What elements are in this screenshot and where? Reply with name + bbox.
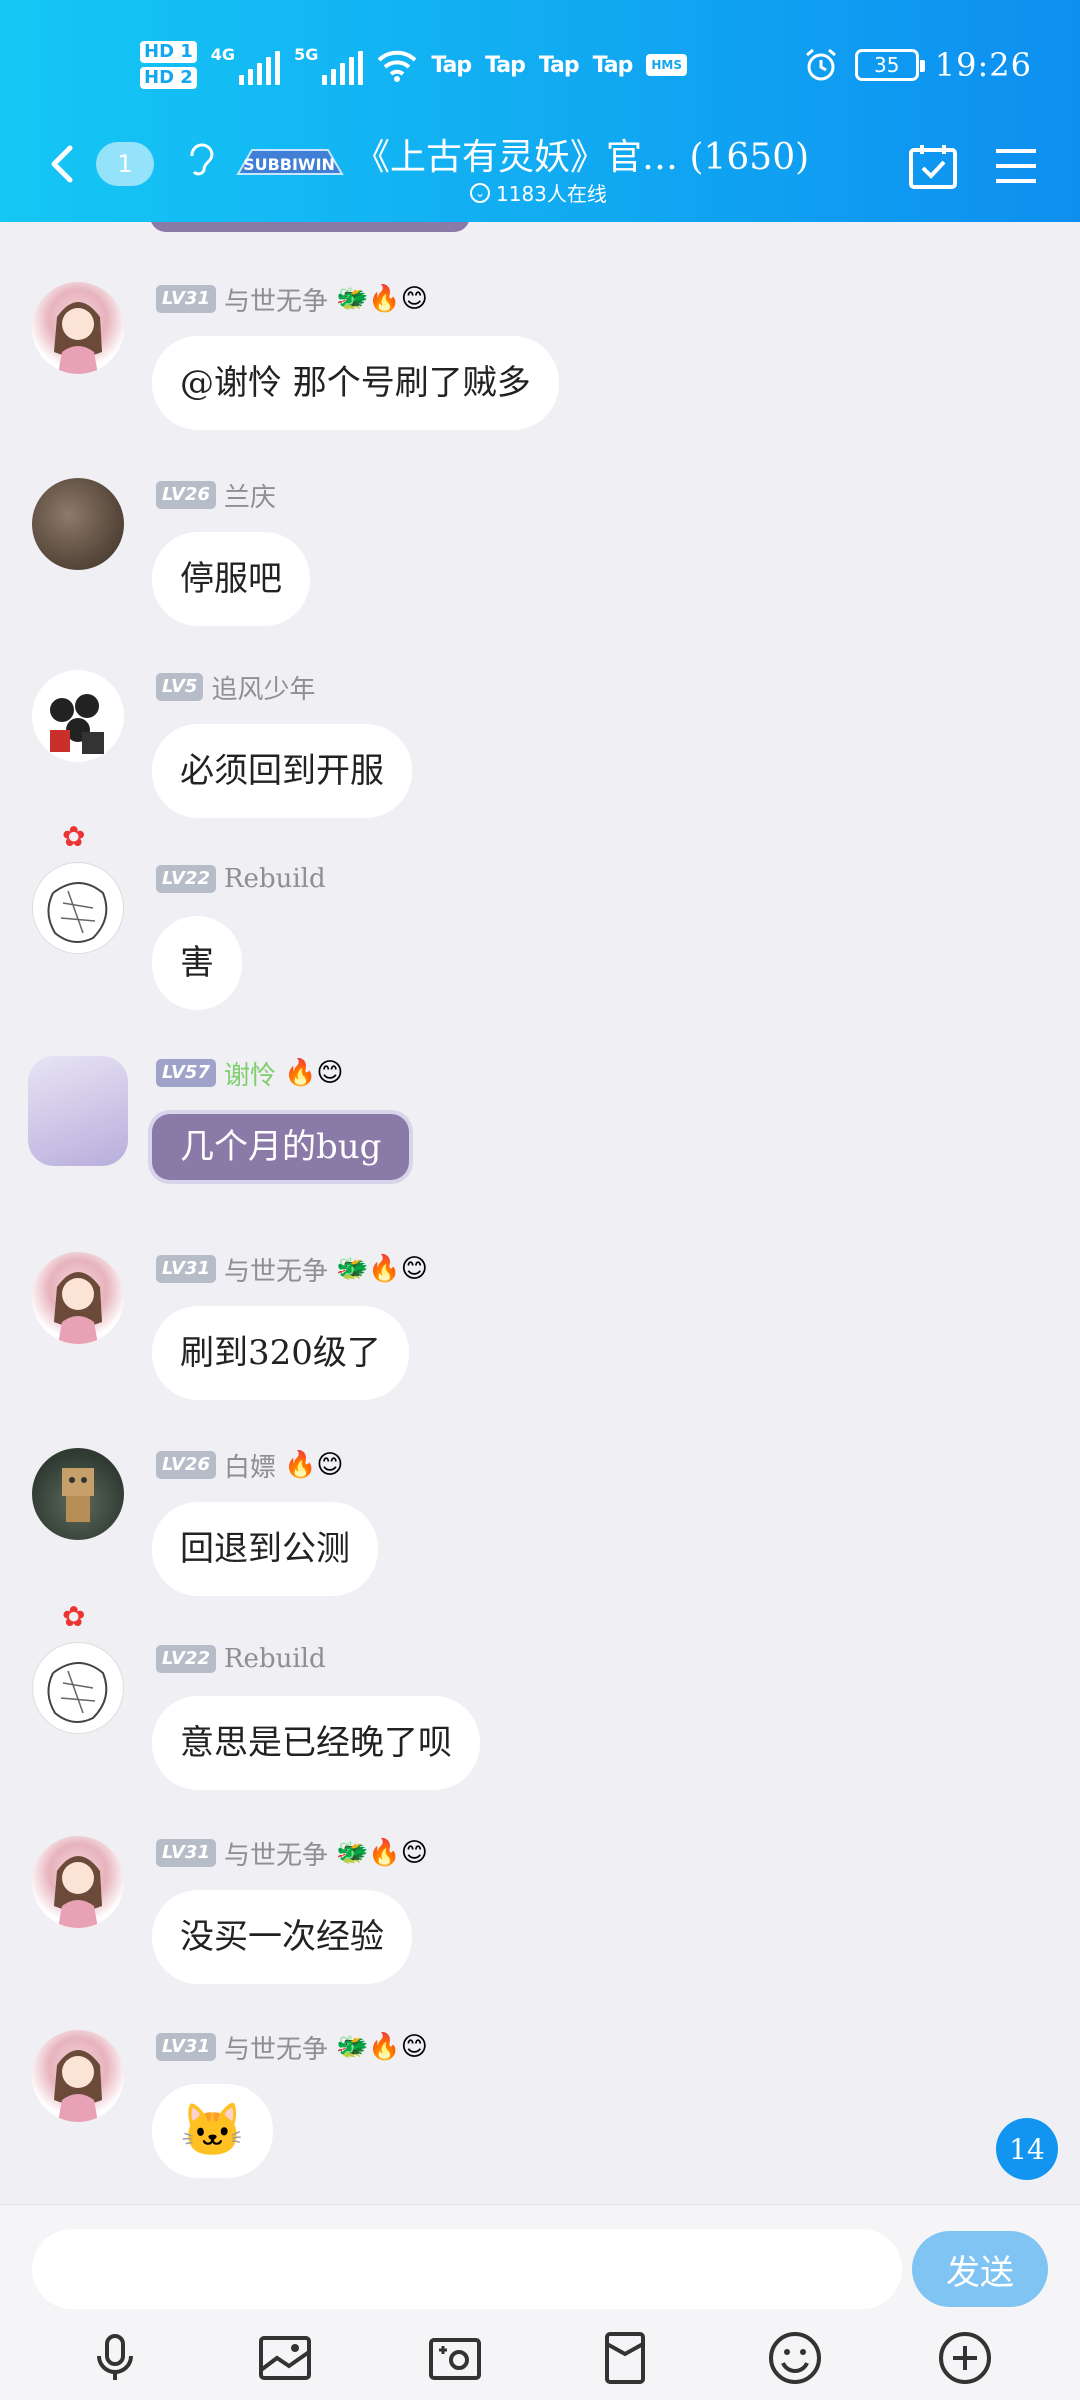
red-packet-button[interactable] [595,2328,655,2388]
online-text: 1183人在线 [496,182,607,206]
message-input[interactable] [32,2229,902,2309]
message-list[interactable]: LV31 与世无争 🐲🔥😊 @谢怜 那个号刷了贼多 LV26 兰庆 停服吧 LV… [0,222,1080,2204]
online-count[interactable]: ⌄ 1183人在线 [470,178,607,207]
microphone-icon [97,2334,133,2380]
input-bar: 发送 [0,2204,1080,2400]
alarm-icon [805,48,836,81]
flower-decoration-icon: ✿ [62,1600,86,1633]
username[interactable]: 谢怜 [224,1055,276,1092]
tap-notification-icon: Tap [431,52,472,78]
honor-badges: 🔥😊 [284,1450,344,1480]
red-packet-icon [605,2332,645,2384]
level-badge: LV31 [156,1839,216,1867]
username[interactable]: 与世无争 [224,1251,328,1288]
avatar[interactable] [32,478,124,570]
honor-badges: 🔥😊 [284,1058,344,1088]
level-badge: LV5 [156,673,204,701]
chevron-left-icon [51,145,73,183]
honor-badges: 🐲🔥😊 [336,284,428,314]
level-badge: LV22 [156,865,216,893]
message-bubble[interactable]: 刷到320级了 [152,1306,409,1400]
username[interactable]: Rebuild [224,1644,326,1674]
username[interactable]: 与世无争 [224,1835,328,1872]
more-button[interactable] [935,2328,995,2388]
username[interactable]: 追风少年 [211,669,315,706]
level-badge: LV26 [156,1451,216,1479]
message-bubble[interactable]: 必须回到开服 [152,724,412,818]
flower-decoration-icon: ✿ [62,820,86,853]
menu-icon[interactable] [994,146,1038,186]
ear-mode-icon[interactable] [184,140,218,189]
sim-indicator: HD 1 HD 2 [140,41,197,89]
tap-notification-icon: Tap [538,52,580,78]
game-logo: SUBBIWIN [236,149,344,175]
chevron-down-icon: ⌄ [470,182,490,203]
level-badge: LV22 [156,1645,216,1673]
voice-button[interactable] [85,2328,145,2388]
tap-notification-icon: Tap [592,52,634,78]
avatar[interactable] [32,282,124,374]
message-bubble[interactable]: 回退到公测 [152,1502,378,1596]
avatar[interactable] [28,1056,128,1166]
signal-5g-icon: 5G [294,45,364,85]
new-messages-badge[interactable]: 14 [996,2118,1058,2180]
username[interactable]: 兰庆 [224,477,276,514]
logo-text: SUBBIWIN [243,155,335,174]
level-badge: LV57 [156,1059,216,1087]
honor-badges: 🐲🔥😊 [336,1838,428,1868]
camera-icon [429,2338,481,2380]
avatar[interactable] [32,1252,124,1344]
smiley-icon [769,2332,821,2384]
sticker-message[interactable]: 🐱 [152,2084,273,2178]
honor-badges: 🐲🔥😊 [336,1254,428,1284]
checkin-calendar-icon[interactable] [908,142,958,190]
message-bubble[interactable]: 意思是已经晚了呗 [152,1696,480,1790]
avatar[interactable] [32,1836,124,1928]
level-badge: LV31 [156,1255,216,1283]
camera-button[interactable] [425,2328,485,2388]
message-bubble[interactable]: 几个月的bug [152,1114,410,1180]
clock: 19:26 [934,46,1032,84]
username[interactable]: Rebuild [224,864,326,894]
hd2-label: HD 2 [140,67,197,89]
hms-icon: HMS [646,54,688,76]
message-bubble[interactable]: @谢怜 那个号刷了贼多 [152,336,559,430]
message-bubble[interactable]: 害 [152,916,242,1010]
username[interactable]: 与世无争 [224,2029,328,2066]
image-button[interactable] [255,2328,315,2388]
signal-4g-icon: 4G [210,45,281,85]
send-button[interactable]: 发送 [912,2231,1048,2307]
status-bar: HD 1 HD 2 4G 5G Tap Tap Tap Tap HMS 35 1… [0,30,1080,100]
avatar[interactable] [32,862,124,954]
chat-header: 1 SUBBIWIN 《上古有灵妖》官… (1650) ⌄ 1183人在线 [0,120,1080,222]
wifi-icon [377,50,417,82]
plus-circle-icon [939,2332,991,2384]
avatar[interactable] [32,1642,124,1734]
level-badge: LV26 [156,481,216,509]
avatar[interactable] [32,670,124,762]
message-bubble[interactable]: 没买一次经验 [152,1890,412,1984]
battery-icon: 35 [854,49,925,81]
tap-notification-icon: Tap [485,52,526,78]
net1-label: 4G [210,45,236,64]
level-badge: LV31 [156,285,216,313]
battery-level: 35 [874,53,900,77]
group-title[interactable]: 《上古有灵妖》官… (1650) [354,128,809,180]
top-bar: HD 1 HD 2 4G 5G Tap Tap Tap Tap HMS 35 1… [0,0,1080,222]
avatar[interactable] [32,2030,124,2122]
level-badge: LV31 [156,2033,216,2061]
username[interactable]: 与世无争 [224,281,328,318]
avatar[interactable] [32,1448,124,1540]
message-bubble[interactable]: 停服吧 [152,532,310,626]
username[interactable]: 白嫖 [224,1447,276,1484]
previous-message-fragment [150,222,470,232]
unread-count-badge[interactable]: 1 [96,142,154,186]
emoji-button[interactable] [765,2328,825,2388]
input-toolbar [0,2323,1080,2393]
back-button[interactable] [40,140,88,188]
picture-icon [259,2336,311,2380]
hd1-label: HD 1 [140,41,197,63]
honor-badges: 🐲🔥😊 [336,2032,428,2062]
net2-label: 5G [294,45,319,64]
